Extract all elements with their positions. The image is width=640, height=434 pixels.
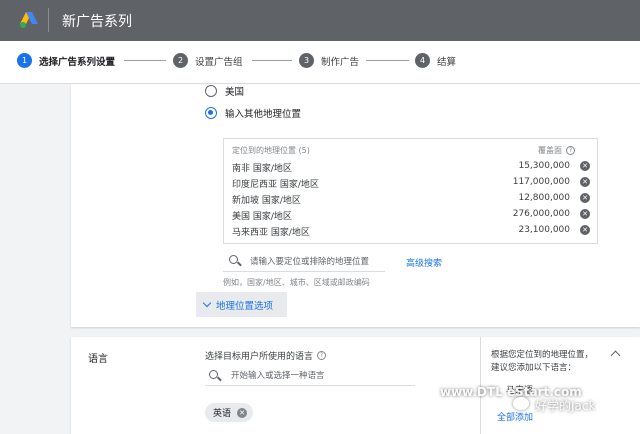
location-reach: 117,000,000 <box>512 177 570 187</box>
location-name: 美国 国家/地区 <box>232 212 292 222</box>
google-ads-logo-icon <box>20 12 38 28</box>
search-icon <box>229 255 238 264</box>
step-checkout[interactable]: 4 结算 <box>415 53 456 68</box>
table-row: 新加坡 国家/地区 12,800,000 ✕ <box>232 191 592 207</box>
location-name: 印度尼西亚 国家/地区 <box>232 180 319 190</box>
location-reach: 12,800,000 <box>518 193 570 203</box>
page-title: 新广告系列 <box>62 14 132 30</box>
location-name: 马来西亚 国家/地区 <box>232 228 310 238</box>
help-icon[interactable]: ? <box>317 351 327 360</box>
targeted-locations-table: 定位到的地理位置 (5) 覆盖面 ? 南非 国家/地区 15,300,000 ✕… <box>223 138 598 244</box>
watermark-author: 好学的Jack <box>535 399 596 413</box>
location-example-hint: 例如，国家/地区、城市、区域或邮政编码 <box>223 278 370 287</box>
location-options-button[interactable]: 地理位置选项 <box>196 292 287 317</box>
step-connector <box>252 60 292 61</box>
radio-united-states[interactable]: 美国 <box>205 84 244 98</box>
step-ad-group[interactable]: 2 设置广告组 <box>173 53 243 68</box>
wechat-icon <box>513 397 529 410</box>
table-row: 南非 国家/地区 15,300,000 ✕ <box>232 159 592 175</box>
header-divider <box>48 8 49 32</box>
location-name: 新加坡 国家/地区 <box>232 196 301 206</box>
add-all-languages-link[interactable]: 全部添加 <box>497 410 533 423</box>
radio-other-locations[interactable]: 输入其他地理位置 <box>205 106 301 120</box>
campaign-stepper: 1 选择广告系列设置 2 设置广告组 3 制作广告 4 结算 <box>0 41 640 84</box>
table-row: 印度尼西亚 国家/地区 117,000,000 ✕ <box>232 175 592 191</box>
reach-label: 覆盖面 <box>538 146 562 155</box>
radio-circle[interactable] <box>205 85 217 97</box>
radio-label: 美国 <box>225 87 245 98</box>
language-chip-english: 英语 ✕ <box>205 403 254 422</box>
help-icon[interactable]: ? <box>566 146 575 155</box>
advanced-search-link[interactable]: 高级搜索 <box>406 256 442 269</box>
remove-location-icon[interactable]: ✕ <box>580 193 590 203</box>
step-label: 设置广告组 <box>195 56 243 68</box>
language-section-title: 语言 <box>88 354 108 365</box>
language-description: 选择目标用户所使用的语言 ? <box>205 349 327 362</box>
step-number: 3 <box>299 53 314 68</box>
language-search <box>205 366 415 386</box>
remove-location-icon[interactable]: ✕ <box>580 225 590 235</box>
table-row: 马来西亚 国家/地区 23,100,000 ✕ <box>232 223 592 239</box>
step-campaign-settings[interactable]: 1 选择广告系列设置 <box>17 53 115 68</box>
language-search-input[interactable] <box>231 369 411 383</box>
targeted-locations-header: 定位到的地理位置 (5) <box>232 146 310 155</box>
step-number: 2 <box>173 53 188 68</box>
reach-header: 覆盖面 ? <box>538 145 575 156</box>
radio-circle[interactable] <box>205 107 217 119</box>
app-header: 新广告系列 <box>0 0 640 41</box>
step-number: 1 <box>17 53 32 68</box>
location-reach: 23,100,000 <box>518 225 570 235</box>
location-search-input[interactable] <box>250 255 382 269</box>
chevron-down-icon <box>202 298 212 308</box>
step-label: 选择广告系列设置 <box>39 56 116 68</box>
chip-label: 英语 <box>213 409 232 419</box>
table-row: 美国 国家/地区 276,000,000 ✕ <box>232 207 592 223</box>
remove-chip-icon[interactable]: ✕ <box>237 407 248 418</box>
step-label: 制作广告 <box>321 56 360 68</box>
search-icon <box>209 370 218 379</box>
step-create-ad[interactable]: 3 制作广告 <box>299 53 359 68</box>
location-reach: 15,300,000 <box>518 161 570 171</box>
location-name: 南非 国家/地区 <box>232 164 292 174</box>
remove-location-icon[interactable]: ✕ <box>580 177 590 187</box>
location-search <box>223 252 385 272</box>
step-label: 结算 <box>437 56 457 68</box>
language-suggestion-text: 根据您定位到的地理位置，建议您添加以下语言： <box>491 350 594 373</box>
radio-label: 输入其他地理位置 <box>225 109 302 120</box>
table-header: 定位到的地理位置 (5) 覆盖面 ? <box>232 145 589 157</box>
remove-location-icon[interactable]: ✕ <box>580 209 590 219</box>
step-number: 4 <box>415 53 430 68</box>
language-description-text: 选择目标用户所使用的语言 <box>205 352 314 362</box>
step-connector <box>366 60 409 61</box>
step-connector <box>124 60 166 61</box>
location-reach: 276,000,000 <box>512 209 570 219</box>
location-options-label: 地理位置选项 <box>216 300 274 312</box>
remove-location-icon[interactable]: ✕ <box>580 161 590 171</box>
